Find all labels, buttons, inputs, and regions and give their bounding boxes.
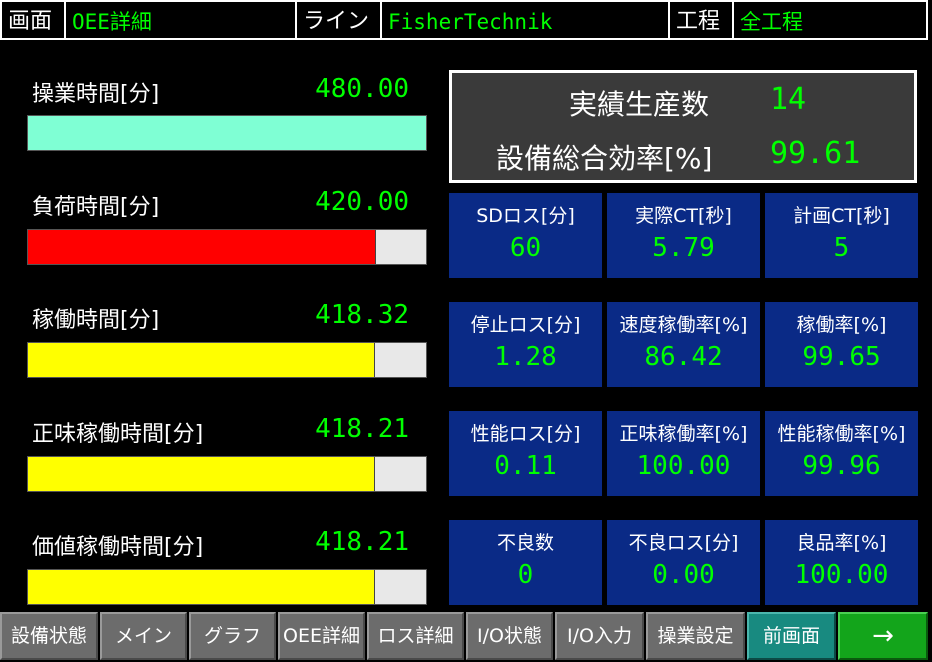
summary-panel: 実績生産数 14 設備総合効率[%] 99.61 (449, 70, 917, 183)
nav-button-main[interactable]: メイン (100, 612, 187, 660)
nav-button-graph[interactable]: グラフ (189, 612, 276, 660)
nav-button-next[interactable]: → (838, 612, 928, 660)
row-label: 負荷時間[分] (32, 195, 160, 220)
tile-value: 86.42 (644, 342, 723, 372)
tile-label: 良品率[%] (796, 532, 887, 554)
row-value: 418.21 (315, 414, 409, 444)
line-label: ライン (303, 9, 370, 34)
process-label: 工程 (676, 9, 721, 34)
row-value: 418.32 (315, 300, 409, 330)
tile-label: 計画CT[秒] (793, 205, 890, 227)
progress-bar (27, 456, 427, 492)
progress-bar (27, 115, 427, 151)
progress-bar (27, 569, 427, 605)
tile-label: 性能稼働率[%] (777, 423, 906, 445)
metric-tile: 計画CT[秒] 5 (765, 193, 918, 278)
tile-value: 0 (517, 560, 534, 590)
header-bar: 画面 OEE詳細 ライン FisherTechnik 工程 全工程 (0, 0, 928, 40)
metric-tile: 良品率[%] 100.00 (765, 520, 918, 605)
metric-tile: 正味稼働率[%] 100.00 (607, 411, 760, 496)
metric-tile: SDロス[分] 60 (449, 193, 602, 278)
progress-bar-fill (28, 570, 375, 604)
metric-tile: 不良ロス[分] 0.00 (607, 520, 760, 605)
nav-button-equipment-status[interactable]: 設備状態 (0, 612, 98, 660)
screen-label: 画面 (8, 9, 53, 34)
progress-bar-fill (28, 343, 375, 377)
tile-label: 不良ロス[分] (628, 532, 739, 554)
row-label: 稼働時間[分] (32, 308, 160, 333)
nav-button-oee-detail[interactable]: OEE詳細 (278, 612, 365, 660)
tile-label: 正味稼働率[%] (619, 423, 748, 445)
divider (380, 2, 382, 40)
tile-label: 停止ロス[分] (470, 314, 581, 336)
metric-tile: 性能稼働率[%] 99.96 (765, 411, 918, 496)
progress-bar-fill (28, 116, 426, 150)
tile-value: 5.79 (652, 233, 715, 263)
metric-tile: 稼働率[%] 99.65 (765, 302, 918, 387)
progress-bar (27, 229, 427, 265)
tile-label: 稼働率[%] (796, 314, 887, 336)
tile-value: 60 (509, 233, 542, 263)
metric-tile: 速度稼働率[%] 86.42 (607, 302, 760, 387)
row-label: 価値稼働時間[分] (32, 535, 204, 560)
divider (295, 2, 297, 40)
tile-label: 不良数 (496, 532, 554, 554)
tile-value: 99.65 (802, 342, 881, 372)
nav-button-previous-screen[interactable]: 前画面 (747, 612, 836, 660)
tile-value: 1.28 (494, 342, 557, 372)
tile-label: 実際CT[秒] (635, 205, 732, 227)
tile-value: 0.00 (652, 560, 715, 590)
screen-value: OEE詳細 (72, 10, 152, 34)
oee-label: 設備総合効率[%] (496, 142, 713, 175)
tile-value: 100.00 (636, 451, 731, 481)
tile-value: 5 (833, 233, 850, 263)
progress-bar-fill (28, 457, 375, 491)
tile-value: 99.96 (802, 451, 881, 481)
divider (668, 2, 670, 40)
nav-button-operation-settings[interactable]: 操業設定 (646, 612, 745, 660)
line-value: FisherTechnik (388, 10, 553, 34)
progress-bar (27, 342, 427, 378)
nav-button-io-input[interactable]: I/O入力 (555, 612, 644, 660)
progress-bar-fill (28, 230, 377, 264)
divider (732, 2, 734, 40)
row-value: 418.21 (315, 527, 409, 557)
production-count-value: 14 (770, 82, 807, 117)
tile-label: SDロス[分] (476, 205, 575, 227)
nav-button-loss-detail[interactable]: ロス詳細 (367, 612, 464, 660)
divider (64, 2, 66, 40)
tile-label: 速度稼働率[%] (619, 314, 748, 336)
row-label: 操業時間[分] (32, 82, 160, 107)
process-value: 全工程 (740, 10, 803, 34)
nav-button-io-status[interactable]: I/O状態 (466, 612, 553, 660)
tile-value: 0.11 (494, 451, 557, 481)
tile-value: 100.00 (794, 560, 889, 590)
metric-tile: 不良数 0 (449, 520, 602, 605)
oee-value: 99.61 (770, 136, 861, 171)
metric-tile: 停止ロス[分] 1.28 (449, 302, 602, 387)
tile-label: 性能ロス[分] (470, 423, 581, 445)
footer-nav: 設備状態 メイン グラフ OEE詳細 ロス詳細 I/O状態 I/O入力 操業設定… (0, 612, 932, 662)
row-value: 420.00 (315, 187, 409, 217)
row-value: 480.00 (315, 74, 409, 104)
row-label: 正味稼働時間[分] (32, 422, 204, 447)
production-count-label: 実績生産数 (569, 88, 710, 121)
metric-tile: 実際CT[秒] 5.79 (607, 193, 760, 278)
metric-tile: 性能ロス[分] 0.11 (449, 411, 602, 496)
